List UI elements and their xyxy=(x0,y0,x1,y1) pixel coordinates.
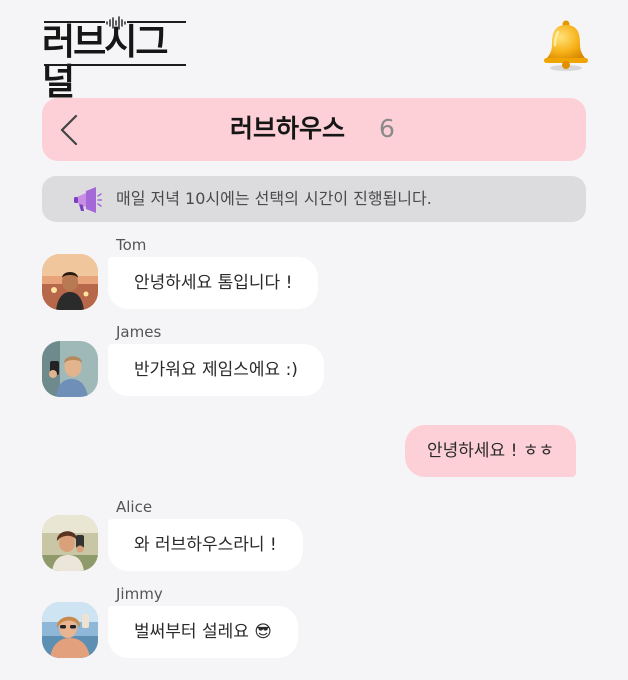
sender-name: James xyxy=(116,323,162,341)
sender-name: Alice xyxy=(116,498,153,516)
notice-text: 매일 저녁 10시에는 선택의 시간이 진행됩니다. xyxy=(116,189,432,208)
megaphone-icon xyxy=(72,186,103,214)
back-arrow-icon[interactable] xyxy=(54,112,90,148)
logo-bottom-line xyxy=(44,64,186,66)
logo-text: 러브시그널 xyxy=(42,22,168,103)
message-bubble: 벌써부터 설레요 😎 xyxy=(108,606,299,658)
my-message-bubble: 안녕하세요 ! ㅎㅎ xyxy=(405,425,577,477)
sender-name: Tom xyxy=(116,236,147,254)
message-bubble: 안녕하세요 톰입니다 ! xyxy=(108,257,319,309)
avatar[interactable] xyxy=(42,515,98,571)
message-bubble: 와 러브하우스라니 ! xyxy=(108,519,303,571)
notice-banner: 매일 저녁 10시에는 선택의 시간이 진행됩니다. xyxy=(42,176,586,222)
avatar[interactable] xyxy=(42,341,98,397)
app-logo: 러브시그널 xyxy=(42,14,190,103)
member-count: 6 xyxy=(379,114,395,143)
chat-room-header: 러브하우스 6 xyxy=(42,98,586,161)
avatar[interactable] xyxy=(42,602,98,658)
sender-name: Jimmy xyxy=(116,585,163,603)
avatar[interactable] xyxy=(42,254,98,310)
room-title: 러브하우스 xyxy=(230,114,346,143)
message-bubble: 반가워요 제임스에요 :) xyxy=(108,344,324,396)
bell-icon[interactable] xyxy=(540,18,592,72)
